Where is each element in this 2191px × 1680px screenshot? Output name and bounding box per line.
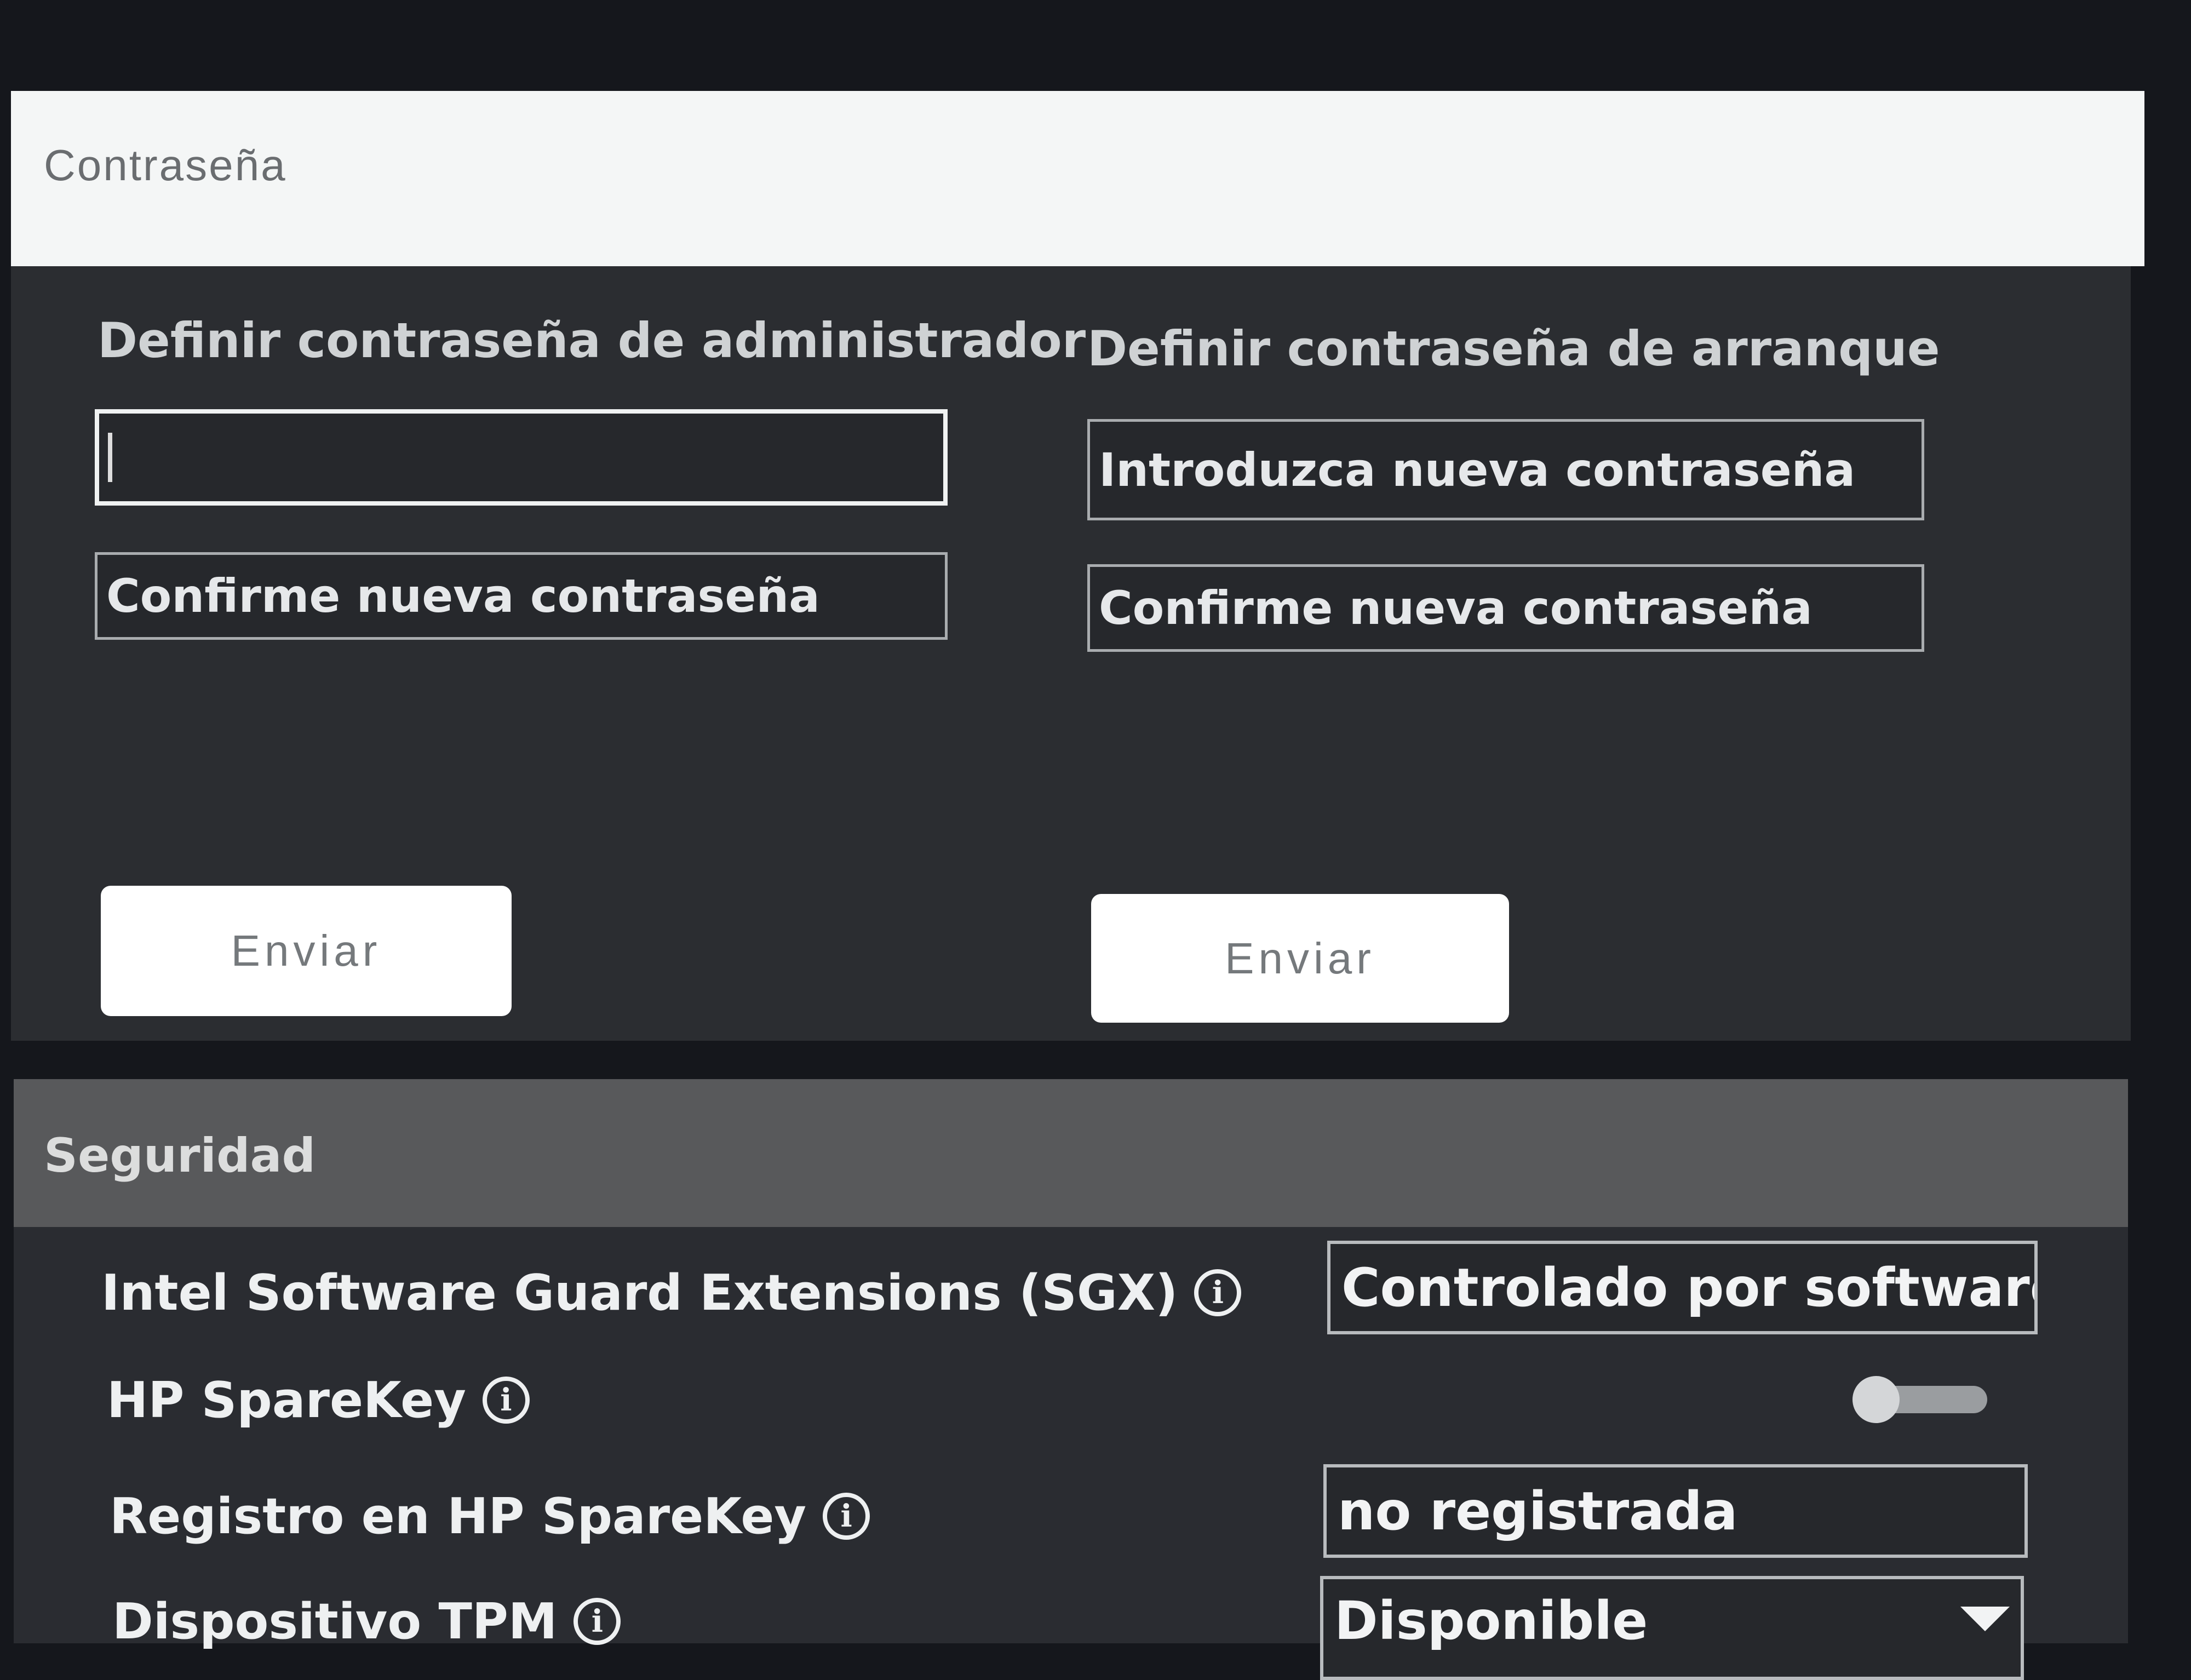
text-caret [108, 433, 112, 482]
toggle-knob [1852, 1376, 1900, 1423]
security-section-header: Seguridad [14, 1079, 2128, 1227]
sgx-select[interactable]: Controlado por software [1327, 1241, 2038, 1334]
sparekey-registration-row: Registro en HP SpareKey i [110, 1483, 870, 1549]
info-icon[interactable]: i [573, 1598, 621, 1645]
sparekey-registration-field: no registrada [1323, 1464, 2028, 1558]
sgx-row: Intel Software Guard Extensions (SGX) i [101, 1260, 1242, 1326]
sgx-value: Controlado por software [1341, 1257, 2038, 1318]
info-icon[interactable]: i [482, 1377, 530, 1424]
boot-submit-button[interactable]: Enviar [1091, 894, 1509, 1023]
info-icon[interactable]: i [1194, 1269, 1242, 1316]
admin-submit-button[interactable]: Enviar [101, 886, 512, 1016]
boot-password-label: Definir contraseña de arranque [1087, 320, 1940, 377]
tpm-row: Dispositivo TPM i [112, 1589, 621, 1654]
security-section-title: Seguridad [44, 1128, 316, 1183]
sparekey-toggle[interactable] [1852, 1376, 1987, 1423]
boot-new-password-input[interactable]: Introduzca nueva contraseña [1087, 419, 1924, 520]
admin-confirm-password-input[interactable]: Confirme nueva contraseña [95, 552, 948, 640]
sparekey-label: HP SpareKey [107, 1371, 466, 1429]
password-section-title: Contraseña [44, 141, 287, 190]
boot-confirm-password-input[interactable]: Confirme nueva contraseña [1087, 564, 1924, 652]
tpm-value: Disponible [1334, 1590, 1648, 1652]
sparekey-registration-label: Registro en HP SpareKey [110, 1487, 807, 1545]
chevron-down-icon [1960, 1607, 2010, 1631]
tpm-label: Dispositivo TPM [112, 1592, 558, 1650]
admin-new-password-input[interactable] [95, 409, 948, 506]
info-icon[interactable]: i [823, 1493, 870, 1540]
sgx-label: Intel Software Guard Extensions (SGX) [101, 1264, 1178, 1322]
admin-password-label: Definir contraseña de administrador [97, 312, 1086, 369]
password-section-header: Contraseña [11, 91, 2144, 266]
tpm-select[interactable]: Disponible [1320, 1576, 2024, 1680]
sparekey-registration-value: no registrada [1338, 1480, 1738, 1542]
sparekey-row: HP SpareKey i [107, 1367, 530, 1433]
